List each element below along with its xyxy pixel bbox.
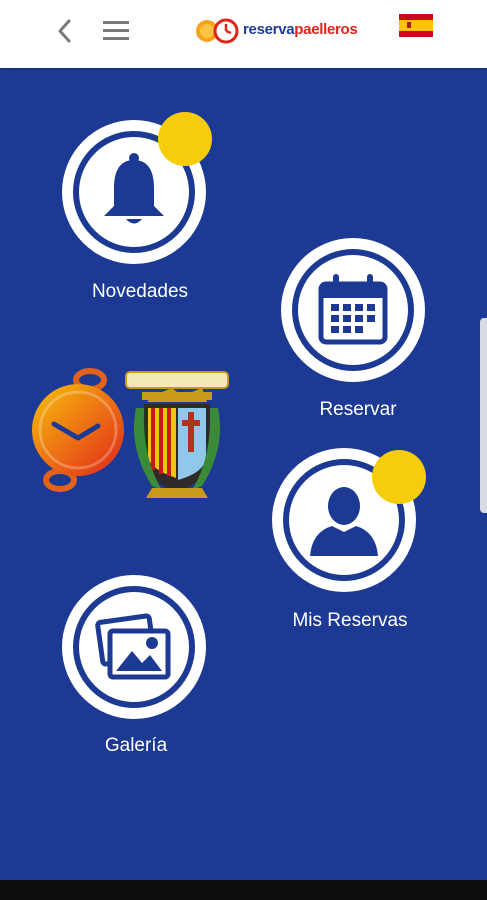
- home-menu: Novedades Reservar Mis Reservas Galería: [0, 68, 487, 880]
- paella-pan-logo-icon: [196, 18, 239, 44]
- novedades-notification-badge: [158, 112, 212, 166]
- system-navigation-bar: [0, 880, 487, 900]
- reservar-label: Reservar: [319, 399, 397, 420]
- bell-icon: [104, 153, 164, 224]
- logo-text: reservapaelleros: [243, 21, 358, 38]
- logo-text-paelleros: paelleros: [294, 21, 358, 38]
- gallery-icon: [95, 613, 171, 680]
- back-button[interactable]: [52, 16, 80, 46]
- chevron-left-icon: [58, 19, 71, 43]
- scrollbar-handle[interactable]: [480, 318, 487, 513]
- novedades-label: Novedades: [91, 281, 189, 302]
- reservar-circle: [281, 238, 425, 382]
- logo-text-reserva: reserva: [243, 21, 295, 38]
- galeria-label: Galería: [104, 735, 168, 756]
- reservar-button[interactable]: Reservar: [250, 228, 480, 428]
- mis-reservas-notification-badge: [372, 450, 426, 504]
- town-emblem-logo: [30, 368, 235, 508]
- app-logo: reservapaelleros: [193, 12, 363, 50]
- app-header: reservapaelleros: [0, 0, 487, 68]
- language-selector[interactable]: [399, 14, 433, 37]
- hamburger-menu-icon: [103, 21, 129, 40]
- user-icon: [310, 487, 378, 556]
- coat-of-arms-icon: [125, 371, 229, 498]
- galeria-circle: [62, 575, 206, 719]
- mis-reservas-button[interactable]: Mis Reservas: [250, 438, 480, 638]
- galeria-button[interactable]: Galería: [0, 563, 280, 763]
- novedades-button[interactable]: Novedades: [0, 68, 280, 308]
- menu-button[interactable]: [100, 16, 132, 46]
- calendar-icon: [318, 274, 388, 345]
- spain-flag-icon: [399, 14, 433, 37]
